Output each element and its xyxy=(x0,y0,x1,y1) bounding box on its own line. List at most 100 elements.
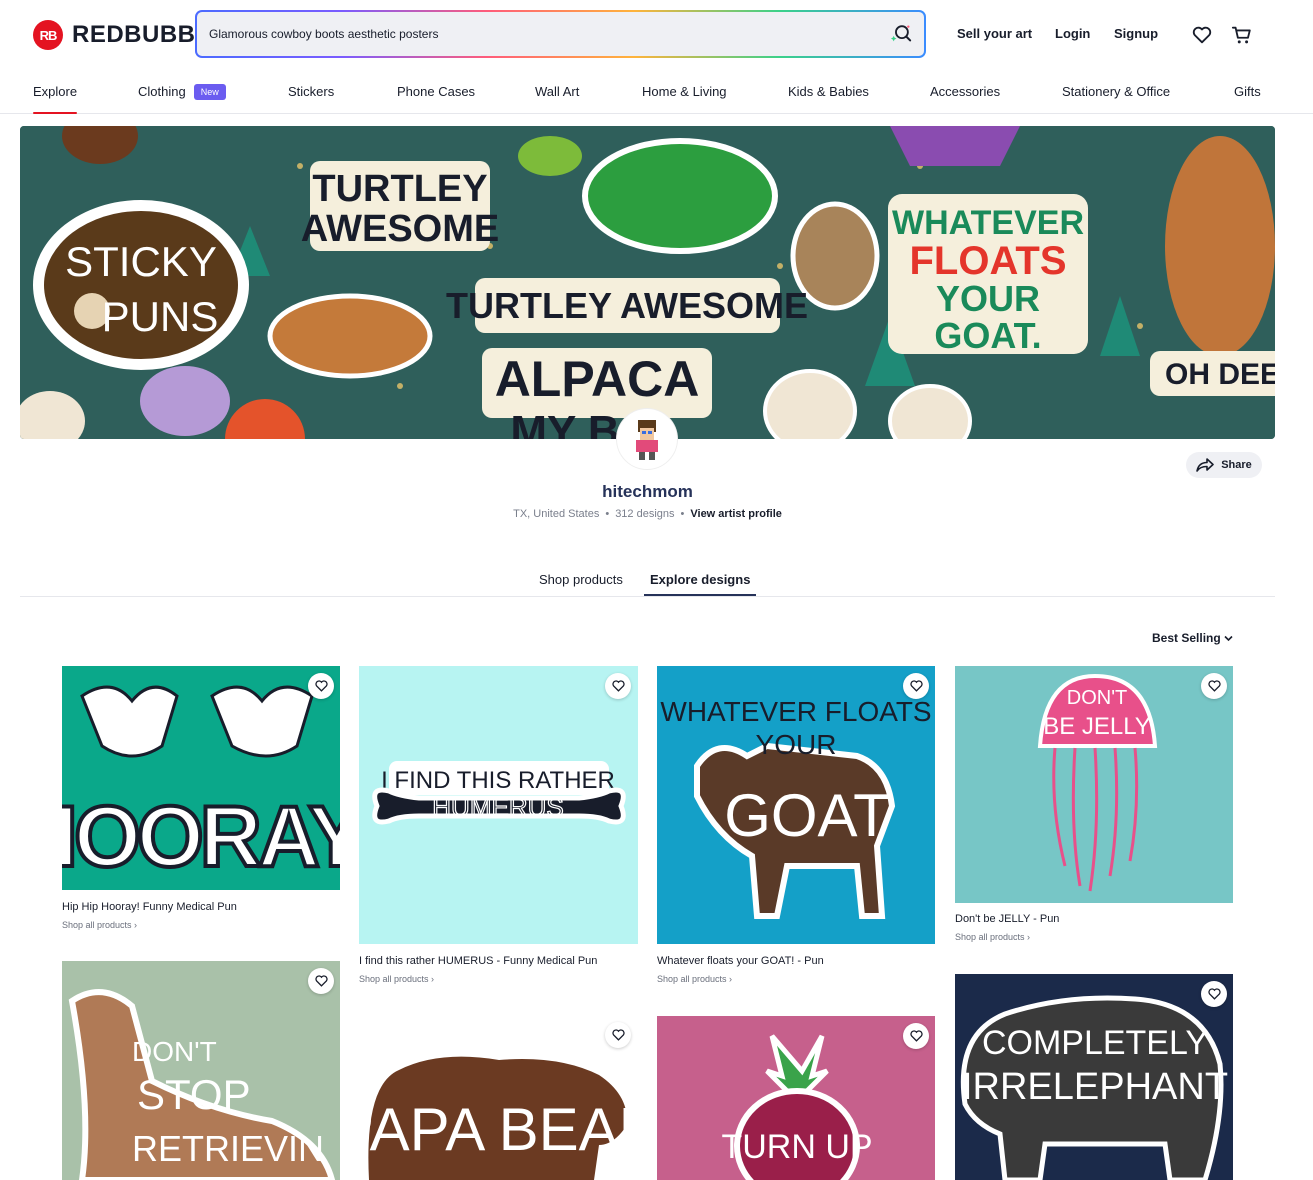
new-badge: New xyxy=(193,84,226,100)
banner-text-turtley-awesome: TURTLEY AWESOME xyxy=(446,285,808,326)
design-art-text: TURN UP xyxy=(721,1128,872,1166)
heart-icon[interactable] xyxy=(1191,24,1213,46)
heart-icon xyxy=(314,975,328,987)
design-image[interactable]: DON'T STOP RETRIEVIN xyxy=(62,961,340,1180)
category-gifts[interactable]: Gifts xyxy=(1234,84,1261,99)
category-home-living[interactable]: Home & Living xyxy=(642,84,727,99)
tab-shop-products[interactable]: Shop products xyxy=(539,572,623,587)
artist-location: TX, United States xyxy=(513,508,600,520)
share-icon xyxy=(1196,458,1215,472)
category-wall-art[interactable]: Wall Art xyxy=(535,84,579,99)
design-title[interactable]: Whatever floats your GOAT! - Pun xyxy=(657,955,824,967)
sort-label: Best Selling xyxy=(1152,631,1221,645)
design-art-text: HOORAY! xyxy=(62,789,340,885)
tab-explore-designs[interactable]: Explore designs xyxy=(643,572,757,596)
heart-icon xyxy=(611,1029,625,1041)
design-image[interactable]: WHATEVER FLOATS YOUR GOAT xyxy=(657,666,935,944)
category-explore[interactable]: Explore xyxy=(33,84,78,114)
banner-text-oh-deer: OH DEER xyxy=(1165,358,1275,391)
profile-tabs: Shop products Explore designs xyxy=(20,560,1275,597)
favorite-button[interactable] xyxy=(1201,981,1227,1007)
design-art-text: WHATEVER FLOATS xyxy=(660,696,931,727)
heart-icon xyxy=(1207,680,1221,692)
design-image[interactable]: HOORAY! xyxy=(62,666,340,890)
shop-all-products-link[interactable]: Shop all products › xyxy=(359,974,434,984)
favorite-button[interactable] xyxy=(605,1022,631,1048)
category-stickers[interactable]: Stickers xyxy=(288,84,334,99)
banner-text-floats: FLOATS xyxy=(909,239,1066,283)
design-art-text: GOAT xyxy=(724,782,890,849)
heart-icon xyxy=(909,1030,923,1042)
search-input[interactable] xyxy=(209,12,869,56)
design-title[interactable]: Don't be JELLY - Pun xyxy=(955,913,1059,925)
search-icon[interactable] xyxy=(890,23,912,45)
design-art-text: COMPLETELY xyxy=(982,1024,1208,1062)
favorite-button[interactable] xyxy=(605,673,631,699)
login-link[interactable]: Login xyxy=(1055,26,1090,41)
share-label: Share xyxy=(1221,459,1252,471)
heart-icon xyxy=(1207,988,1221,1000)
category-phone-cases[interactable]: Phone Cases xyxy=(397,84,475,99)
design-art-text: BE JELLY xyxy=(1043,713,1151,740)
shop-all-products-link[interactable]: Shop all products › xyxy=(62,920,137,930)
favorite-button[interactable] xyxy=(1201,673,1227,699)
favorite-button[interactable] xyxy=(308,968,334,994)
view-artist-profile-link[interactable]: View artist profile xyxy=(690,508,782,520)
cart-icon[interactable] xyxy=(1231,24,1253,46)
banner-text-my-b: MY B xyxy=(510,407,619,439)
search-bar xyxy=(195,10,926,58)
design-art-text: YOUR xyxy=(756,729,837,760)
chevron-down-icon xyxy=(1224,635,1233,642)
design-title[interactable]: I find this rather HUMERUS - Funny Medic… xyxy=(359,955,597,967)
design-art-text: DON'T xyxy=(132,1036,217,1067)
heart-icon xyxy=(909,680,923,692)
design-art-text: PAPA BEAR xyxy=(359,1096,638,1163)
design-art-text: I FIND THIS RATHER xyxy=(381,767,615,794)
category-clothing[interactable]: Clothing New xyxy=(138,84,226,100)
artist-design-count: 312 designs xyxy=(615,508,675,520)
category-nav: Explore Clothing New Stickers Phone Cases… xyxy=(0,68,1313,114)
design-art-text: RETRIEVIN xyxy=(132,1128,324,1169)
design-image[interactable]: PAPA BEAR xyxy=(359,1015,638,1180)
banner-logo-line1: STICKY xyxy=(65,238,217,285)
shop-all-products-link[interactable]: Shop all products › xyxy=(657,974,732,984)
signup-link[interactable]: Signup xyxy=(1114,26,1158,41)
artist-meta: TX, United States • 312 designs • View artis… xyxy=(513,508,782,520)
design-art-text: IRRELEPHANT xyxy=(962,1066,1228,1108)
banner-text-alpaca: ALPACA xyxy=(495,351,700,407)
heart-icon xyxy=(314,680,328,692)
sell-your-art-link[interactable]: Sell your art xyxy=(957,26,1032,41)
shop-all-label: Shop all products xyxy=(955,932,1025,942)
heart-icon xyxy=(611,680,625,692)
banner-text-whatever: WHATEVER xyxy=(892,204,1084,242)
shop-all-label: Shop all products xyxy=(657,974,727,984)
category-kids-babies[interactable]: Kids & Babies xyxy=(788,84,869,99)
design-image[interactable]: TURN UP xyxy=(657,1016,935,1180)
design-image[interactable]: I FIND THIS RATHER HUMERUS xyxy=(359,666,638,944)
logo-mark: RB xyxy=(33,20,63,50)
share-button[interactable]: Share xyxy=(1186,452,1262,478)
banner-text-goat: GOAT. xyxy=(934,315,1041,356)
sort-dropdown[interactable]: Best Selling xyxy=(1152,631,1233,645)
favorite-button[interactable] xyxy=(903,673,929,699)
banner-text-your: YOUR xyxy=(936,278,1040,319)
category-stationery-office[interactable]: Stationery & Office xyxy=(1062,84,1170,99)
design-image[interactable]: DON'T BE JELLY xyxy=(955,666,1233,903)
shop-all-label: Shop all products xyxy=(62,920,132,930)
design-title[interactable]: Hip Hip Hooray! Funny Medical Pun xyxy=(62,901,237,913)
artist-username: hitechmom xyxy=(602,482,693,501)
category-clothing-label: Clothing xyxy=(138,84,186,99)
favorite-button[interactable] xyxy=(308,673,334,699)
shop-all-products-link[interactable]: Shop all products › xyxy=(955,932,1030,942)
design-art-text: STOP xyxy=(137,1071,251,1118)
design-image[interactable]: COMPLETELY IRRELEPHANT xyxy=(955,974,1233,1180)
banner-text-turtley: TURTLEY xyxy=(312,168,487,210)
profile-banner: STICKY PUNS TURTLEY AWESOME TURTLEY AWES… xyxy=(20,126,1275,439)
favorite-button[interactable] xyxy=(903,1023,929,1049)
artist-avatar[interactable] xyxy=(617,409,677,469)
banner-text-awesome: AWESOME xyxy=(301,208,499,250)
shop-all-label: Shop all products xyxy=(359,974,429,984)
category-accessories[interactable]: Accessories xyxy=(930,84,1000,99)
banner-logo-line2: PUNS xyxy=(102,293,219,340)
design-art-text: HUMERUS xyxy=(432,792,563,822)
